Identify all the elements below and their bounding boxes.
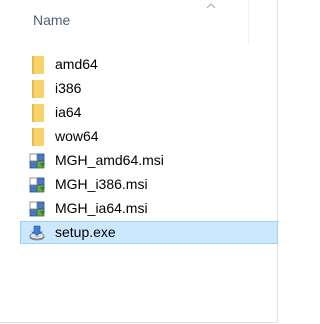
file-list-pane: Name amd64 i386 ia64 wow64 MGH_amd64.msi… [0,0,278,323]
sort-ascending-icon [206,3,216,9]
file-name: wow64 [55,128,99,144]
name-column-label: Name [33,12,71,28]
folder-icon [32,104,44,122]
msi-installer-icon [29,177,45,193]
folder-icon [32,128,44,146]
folder-icon [32,56,44,74]
file-name: MGH_amd64.msi [55,152,164,168]
setup-exe-icon [29,225,45,241]
list-item-mgh-i386-msi[interactable]: MGH_i386.msi [0,173,278,196]
list-item-amd64[interactable]: amd64 [0,53,278,76]
file-name: amd64 [55,56,98,72]
file-name: MGH_ia64.msi [55,200,148,216]
file-name: i386 [55,80,82,96]
list-item-i386[interactable]: i386 [0,77,278,100]
file-name: setup.exe [55,224,116,240]
list-item-wow64[interactable]: wow64 [0,125,278,148]
folder-icon [32,80,44,98]
file-name: MGH_i386.msi [55,176,148,192]
msi-installer-icon [29,201,45,217]
file-list: amd64 i386 ia64 wow64 MGH_amd64.msi MGH_… [0,53,278,245]
msi-installer-icon [29,153,45,169]
list-item-ia64[interactable]: ia64 [0,101,278,124]
column-divider[interactable] [248,0,249,44]
file-name: ia64 [55,104,82,120]
list-item-setup-exe[interactable]: setup.exe [20,221,278,244]
list-item-mgh-ia64-msi[interactable]: MGH_ia64.msi [0,197,278,220]
list-item-mgh-amd64-msi[interactable]: MGH_amd64.msi [0,149,278,172]
name-column-header[interactable]: Name [33,8,70,32]
